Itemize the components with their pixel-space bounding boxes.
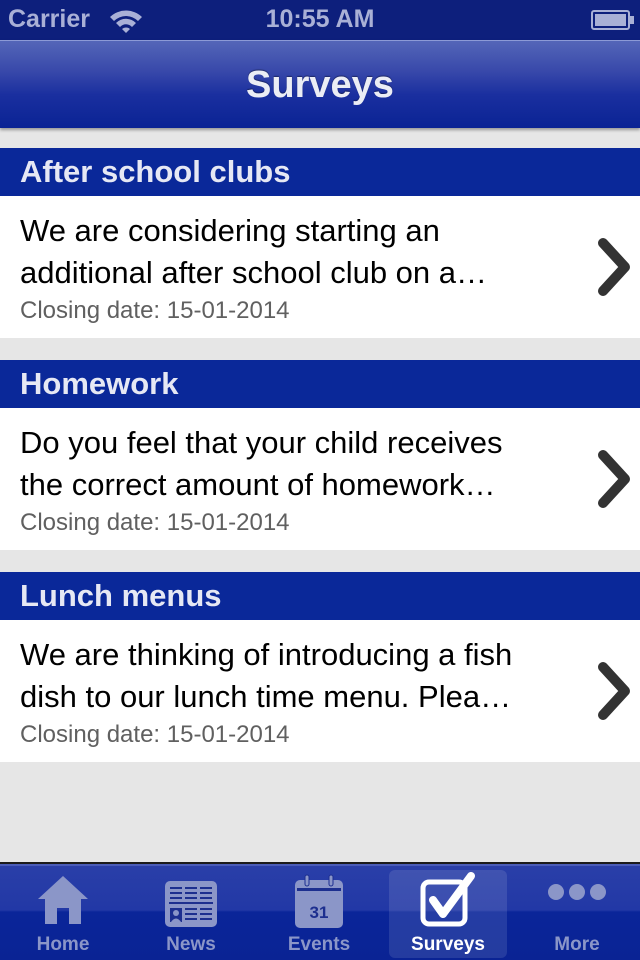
page-title: Surveys bbox=[246, 64, 394, 106]
survey-group-after-school-clubs: After school clubs We are considering st… bbox=[0, 148, 640, 338]
survey-group-lunch-menus: Lunch menus We are thinking of introduci… bbox=[0, 572, 640, 762]
tab-home[interactable]: Home bbox=[4, 870, 122, 958]
tab-label: Surveys bbox=[411, 934, 485, 955]
more-icon bbox=[548, 884, 606, 900]
status-bar: Carrier 10:55 AM bbox=[0, 0, 640, 40]
survey-description: We are considering starting an additiona… bbox=[20, 210, 580, 294]
tab-label: More bbox=[554, 934, 600, 955]
description-line: We are thinking of introducing a fish bbox=[20, 637, 513, 672]
chevron-right-icon bbox=[598, 238, 630, 296]
tab-more[interactable]: More bbox=[518, 870, 636, 958]
section-header: Homework bbox=[0, 360, 640, 408]
survey-item[interactable]: We are thinking of introducing a fish di… bbox=[0, 620, 640, 762]
tab-events[interactable]: 31 Events bbox=[260, 870, 378, 958]
survey-description: Do you feel that your child receives the… bbox=[20, 422, 580, 506]
battery-icon bbox=[591, 10, 634, 30]
section-header: Lunch menus bbox=[0, 572, 640, 620]
newspaper-icon bbox=[165, 881, 217, 927]
survey-group-homework: Homework Do you feel that your child rec… bbox=[0, 360, 640, 550]
description-line: Do you feel that your child receives bbox=[20, 425, 503, 460]
tab-label: Events bbox=[287, 934, 351, 955]
description-line: the correct amount of homework… bbox=[20, 467, 496, 502]
navigation-bar: Surveys bbox=[0, 40, 640, 128]
calendar-icon: 31 bbox=[295, 874, 343, 928]
calendar-day: 31 bbox=[310, 903, 329, 922]
description-line: We are considering starting an bbox=[20, 213, 440, 248]
tab-label: News bbox=[166, 934, 216, 955]
chevron-right-icon bbox=[598, 662, 630, 720]
tab-label: Home bbox=[36, 934, 90, 955]
survey-list: After school clubs We are considering st… bbox=[0, 148, 640, 784]
home-icon bbox=[38, 876, 88, 924]
section-header: After school clubs bbox=[0, 148, 640, 196]
chevron-right-icon bbox=[598, 450, 630, 508]
survey-item[interactable]: We are considering starting an additiona… bbox=[0, 196, 640, 338]
clock: 10:55 AM bbox=[265, 5, 375, 33]
description-line: dish to our lunch time menu. Plea… bbox=[20, 679, 512, 714]
closing-date: Closing date: 15-01-2014 bbox=[20, 509, 290, 536]
tab-bar: Home News 31 Events Surveys More bbox=[0, 862, 640, 960]
closing-date: Closing date: 15-01-2014 bbox=[20, 297, 290, 324]
tab-surveys[interactable]: Surveys bbox=[389, 870, 507, 958]
survey-item[interactable]: Do you feel that your child receives the… bbox=[0, 408, 640, 550]
closing-date: Closing date: 15-01-2014 bbox=[20, 721, 290, 748]
survey-description: We are thinking of introducing a fish di… bbox=[20, 634, 580, 718]
checkbox-icon bbox=[420, 872, 475, 927]
description-line: additional after school club on a… bbox=[20, 255, 488, 290]
tab-news[interactable]: News bbox=[132, 870, 250, 958]
